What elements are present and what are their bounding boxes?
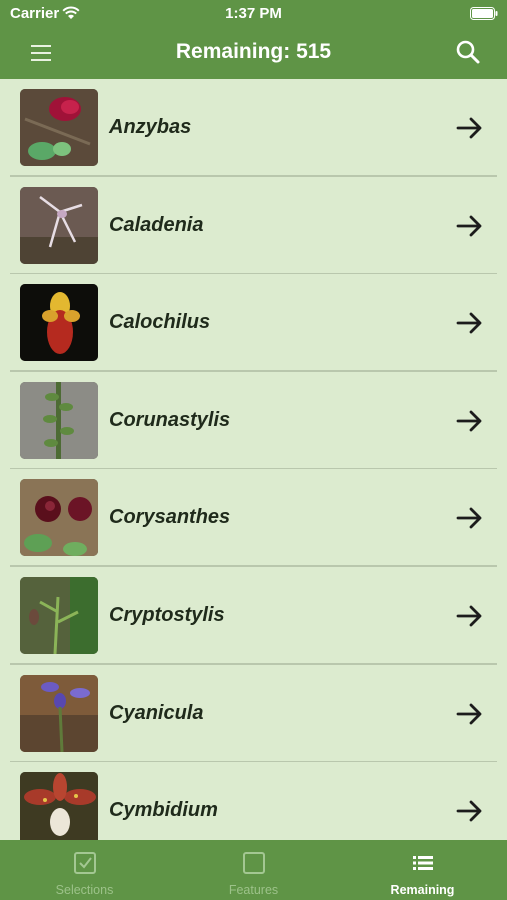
tab-bar: Selections Features Remaining	[0, 840, 507, 900]
page-title: Remaining: 515	[175, 40, 332, 63]
orchid-thumbnail	[20, 186, 98, 264]
checkbox-icon	[74, 852, 96, 874]
orchid-thumbnail	[20, 89, 98, 166]
tab-label: Features	[228, 883, 279, 897]
list-item[interactable]: Cyanicula	[0, 665, 507, 763]
genus-list: Anzybas Caladenia Calochilus Corunastyli…	[0, 79, 507, 840]
tab-selections[interactable]: Selections	[0, 840, 169, 900]
list-item[interactable]: Caladenia	[0, 177, 507, 275]
arrow-right-icon	[456, 605, 482, 627]
arrow-right-icon	[456, 410, 482, 432]
arrow-right-icon	[456, 507, 482, 529]
arrow-right-icon	[456, 312, 482, 334]
genus-name: Cyanicula	[109, 701, 204, 724]
tab-remaining[interactable]: Remaining	[338, 840, 507, 900]
genus-name: Cryptostylis	[109, 604, 225, 626]
genus-name: Cymbidium	[109, 799, 218, 822]
arrow-right-icon	[456, 215, 482, 236]
nav-bar: Remaining: 515	[0, 28, 507, 79]
status-time: 1:37 PM	[225, 5, 282, 22]
status-bar: Carrier 1:37 PM	[0, 0, 507, 28]
list-item[interactable]: Corysanthes	[0, 469, 507, 567]
genus-name: Corysanthes	[109, 506, 231, 529]
genus-name: Calochilus	[109, 311, 211, 334]
arrow-right-icon	[456, 800, 482, 822]
list-item[interactable]: Anzybas	[0, 79, 507, 177]
square-icon	[243, 852, 265, 874]
list-item[interactable]: Cryptostylis	[0, 567, 507, 665]
list-icon	[413, 856, 433, 870]
top-bar: Carrier 1:37 PM Remaining: 515	[0, 0, 507, 79]
list-item[interactable]: Calochilus	[0, 274, 507, 372]
list-item[interactable]: Corunastylis	[0, 372, 507, 470]
list-item[interactable]: Cymbidium	[0, 762, 507, 840]
orchid-thumbnail	[20, 284, 98, 362]
genus-name: Anzybas	[109, 116, 192, 138]
orchid-thumbnail	[20, 479, 98, 557]
genus-name: Corunastylis	[109, 408, 231, 431]
orchid-thumbnail	[20, 381, 98, 459]
arrow-right-icon	[456, 703, 482, 724]
orchid-thumbnail	[20, 577, 98, 654]
arrow-right-icon	[456, 117, 482, 139]
orchid-thumbnail	[20, 674, 98, 752]
orchid-thumbnail	[20, 772, 98, 840]
tab-label: Selections	[55, 883, 114, 897]
tab-features[interactable]: Features	[169, 840, 338, 900]
genus-name: Caladenia	[109, 213, 204, 236]
search-icon[interactable]	[455, 39, 481, 65]
battery-icon	[470, 7, 498, 20]
tab-label: Remaining	[390, 883, 455, 897]
